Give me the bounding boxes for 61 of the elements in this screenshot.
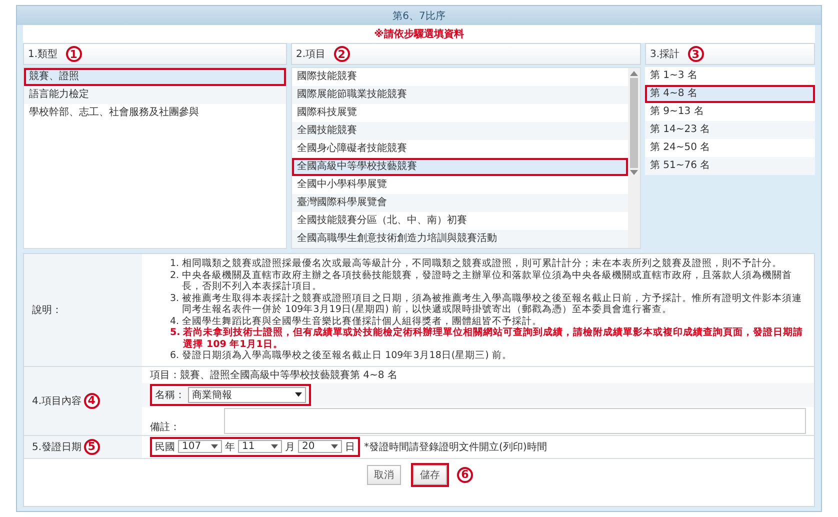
unit-label: 日: [345, 440, 355, 454]
list-item[interactable]: 第 1~3 名: [645, 67, 815, 85]
item-summary-text: 項目：競賽、證照全國高級中等學校技藝競賽第 4~8 名: [149, 368, 398, 382]
caret-icon: [295, 392, 302, 397]
name-dropdown[interactable]: 商業簡報: [188, 386, 306, 402]
field-label: 名稱：: [155, 388, 185, 402]
note-text: 全國學生舞蹈比賽與全國學生音樂比賽僅採計個人組得獎者，團體組皆不予採計。: [182, 316, 542, 326]
note-number: 1.: [170, 258, 180, 270]
step-number-badge: 1: [66, 46, 82, 62]
era-label: 民國: [155, 440, 175, 454]
note-number: 6.: [170, 350, 180, 362]
remark-field[interactable]: [224, 408, 806, 434]
column-title: 2.項目: [296, 48, 326, 61]
step-number-badge: 2: [334, 46, 350, 62]
step-number-badge: 6: [457, 466, 473, 482]
list-item[interactable]: 第 14~23 名: [645, 121, 815, 139]
action-button[interactable]: 取消: [365, 462, 403, 486]
scrollbar[interactable]: [628, 68, 640, 248]
field-label: 備註：: [150, 420, 180, 434]
note-number: 3.: [170, 292, 180, 306]
list-item[interactable]: 競賽、證照: [24, 68, 286, 86]
list-item[interactable]: 第 51~76 名: [645, 157, 815, 175]
note-number: 2.: [170, 270, 180, 282]
hint-text: *發證時間請登錄證明文件開立(列印)時間: [364, 440, 547, 454]
list-item[interactable]: 全國高職學生創意技術創造力培訓與競賽活動: [292, 230, 628, 248]
list-item[interactable]: 國際展能節職業技能競賽: [292, 86, 628, 104]
unit-label: 年: [225, 440, 235, 454]
scroll-up-icon[interactable]: [630, 70, 638, 76]
notice-text: ※請依步驟選填資料: [23, 25, 815, 43]
column-title: 3.採計: [650, 48, 680, 61]
list-item[interactable]: 語言能力檢定: [24, 86, 286, 104]
list-item[interactable]: 第 9~13 名: [645, 103, 815, 121]
step-number-badge: 4: [84, 392, 100, 408]
field-label: 說明：: [32, 304, 62, 317]
list-item[interactable]: 第 4~8 名: [645, 85, 815, 103]
list-item[interactable]: 全國技能競賽: [292, 122, 628, 140]
unit-label: 月: [285, 440, 295, 454]
list-item[interactable]: 第 24~50 名: [645, 139, 815, 157]
year-dropdown[interactable]: 107: [178, 440, 222, 453]
note-number: 4.: [170, 316, 180, 327]
note-text: 若尚未拿到技術士證照，但有成績單或於技能檢定術科辦理單位相關網站可查詢到成績，請檢附成績單影本或複印成績查詢頁面，發證日期請選擇 109 年1月1日。: [183, 327, 804, 350]
caret-icon: [331, 444, 338, 449]
list-item[interactable]: 臺灣國際科學展覽會: [292, 194, 628, 212]
step-number-badge: 5: [84, 438, 100, 454]
window-title: 第6、7比序: [392, 10, 446, 22]
step-number-badge: 3: [688, 46, 704, 62]
note-text: 相同職類之競賽或證照採最優名次或最高等級計分，不同職類之競賽或證照，則可累計計分；未在本表所列之競賽及證照，則不予計分。: [182, 258, 782, 270]
field-label: 5.發證日期: [32, 440, 82, 454]
note-text: 發證日期須為入學高職學校之後至報名截止日 109年3月18日(星期三) 前。: [182, 350, 512, 362]
scroll-down-icon[interactable]: [630, 170, 638, 176]
caret-icon: [211, 444, 218, 449]
action-button[interactable]: 儲存: [411, 462, 449, 486]
month-dropdown[interactable]: 11: [238, 440, 282, 453]
column-title: 1.類型: [28, 48, 58, 61]
caret-icon: [271, 444, 278, 449]
note-text: 中央各級機關及直轄市政府主辦之各項技藝技能競賽，發證時之主辦單位和落款單位須為中央各級機關或直轄市政府，且落款人須為機關首長，否則不列入本表採計項目。: [182, 270, 794, 292]
field-label: 4.項目內容: [32, 394, 82, 408]
list-item[interactable]: 全國高級中等學校技藝競賽: [292, 158, 628, 176]
day-dropdown[interactable]: 20: [298, 440, 342, 453]
note-number: 5.: [170, 327, 180, 340]
note-text: 被推薦考生取得本表採計之競賽或證照項目之日期，須為被推薦考生入學高職學校之後至報名截止日前，方予採計。惟所有證明文件影本須連同考生報名表件一併於 109年3月19日(星期四) 前，以快遞或限時掛號寄出（郵戳為憑）至本委員會進行審查。: [182, 292, 804, 316]
